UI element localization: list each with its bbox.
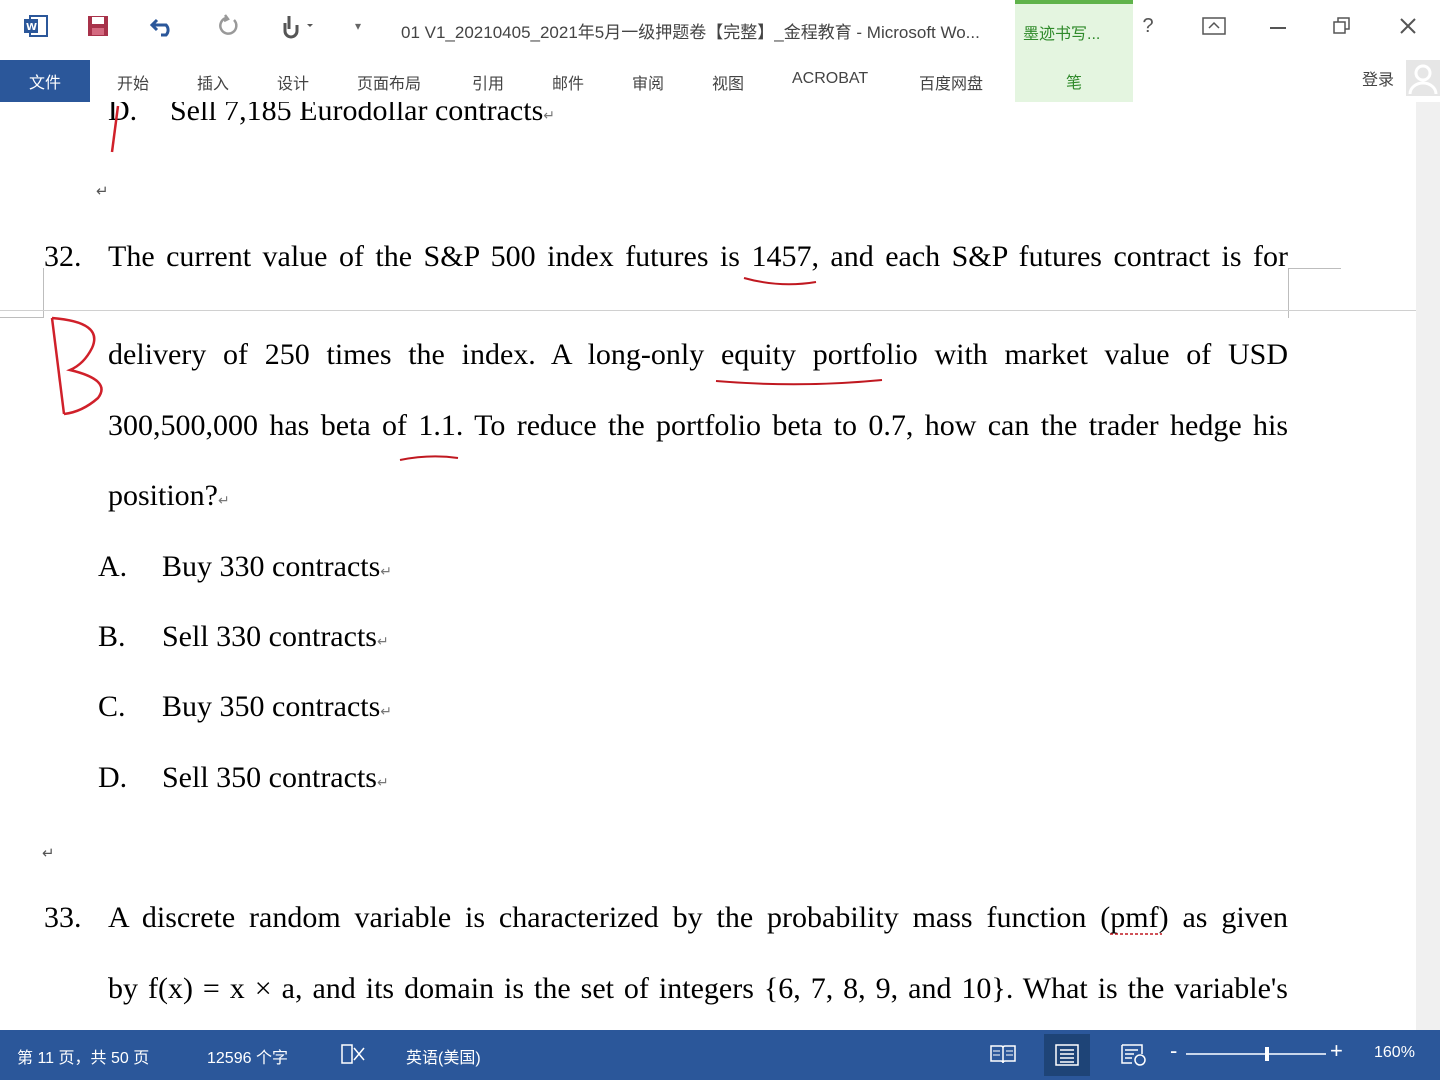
tab-baidu-netdisk[interactable]: 百度网盘	[919, 70, 983, 94]
zoom-slider-thumb[interactable]	[1265, 1047, 1270, 1061]
proofing-icon[interactable]	[340, 1042, 368, 1071]
zoom-in-button[interactable]: +	[1330, 1038, 1343, 1064]
document-title: 01 V1_20210405_2021年5月一级押题卷【完整】_金程教育 - M…	[401, 23, 980, 42]
tab-references[interactable]: 引用	[472, 70, 504, 94]
avatar[interactable]	[1406, 60, 1440, 96]
web-layout-icon[interactable]	[1120, 1042, 1148, 1071]
document-canvas[interactable]: D. Sell 7,185 Eurodollar contracts↵ ↵ 32…	[0, 102, 1416, 1030]
tab-page-layout[interactable]: 页面布局	[357, 70, 421, 94]
customize-qat-icon[interactable]: ▾	[346, 10, 370, 42]
ink-handwritten-b	[50, 316, 103, 416]
minimize-icon[interactable]	[1258, 10, 1298, 42]
question-icon[interactable]: ?	[1128, 10, 1168, 42]
save-icon[interactable]	[82, 10, 114, 42]
zoom-slider-track[interactable]	[1186, 1053, 1326, 1055]
tab-mailings[interactable]: 邮件	[552, 70, 584, 94]
status-bar: 第 11 页，共 50 页 12596 个字 英语(美国) - + 160%	[0, 1030, 1440, 1080]
tab-home[interactable]: 开始	[117, 70, 149, 94]
word-count[interactable]: 12596 个字	[207, 1044, 288, 1068]
ink-tools-label: 墨迹书写...	[1023, 26, 1101, 43]
ribbon-display-options-icon[interactable]	[1194, 10, 1234, 42]
ink-mark-prev-answer	[110, 105, 120, 153]
redo-icon[interactable]	[212, 10, 244, 42]
word-app-icon[interactable]: W	[20, 10, 52, 42]
page-count[interactable]: 第 11 页，共 50 页	[17, 1044, 149, 1068]
zoom-out-button[interactable]: -	[1170, 1038, 1177, 1064]
touch-mode-icon[interactable]	[278, 10, 320, 42]
ink-underline-1457	[743, 277, 817, 286]
tab-design[interactable]: 设计	[277, 70, 309, 94]
language-indicator[interactable]: 英语(美国)	[406, 1044, 481, 1068]
tab-pen[interactable]: 笔	[1015, 60, 1133, 102]
tab-insert[interactable]: 插入	[197, 70, 229, 94]
tab-view[interactable]: 视图	[712, 70, 744, 94]
title-bar: W ▾ 01 V1_20210405_2021年5月一级押题卷【完整】_金程教育…	[0, 0, 1440, 60]
tab-acrobat[interactable]: ACROBAT	[792, 70, 868, 88]
sign-in-link[interactable]: 登录	[1362, 66, 1394, 90]
read-mode-icon[interactable]	[988, 1042, 1018, 1071]
svg-text:W: W	[26, 22, 37, 33]
print-layout-icon[interactable]	[1044, 1034, 1090, 1076]
tab-review[interactable]: 审阅	[632, 70, 664, 94]
vertical-scrollbar[interactable]	[1416, 102, 1440, 1030]
tab-file[interactable]: 文件	[0, 60, 90, 102]
zoom-level[interactable]: 160%	[1374, 1044, 1415, 1062]
ink-underline-equity-portfolio	[715, 379, 883, 386]
ink-tools-contextual-tab[interactable]: 墨迹书写...	[1015, 0, 1133, 60]
ink-annotation-layer	[50, 105, 1162, 935]
restore-icon[interactable]	[1322, 10, 1362, 42]
undo-icon[interactable]	[146, 10, 180, 42]
ink-underline-beta	[399, 455, 459, 461]
close-icon[interactable]	[1388, 10, 1428, 42]
